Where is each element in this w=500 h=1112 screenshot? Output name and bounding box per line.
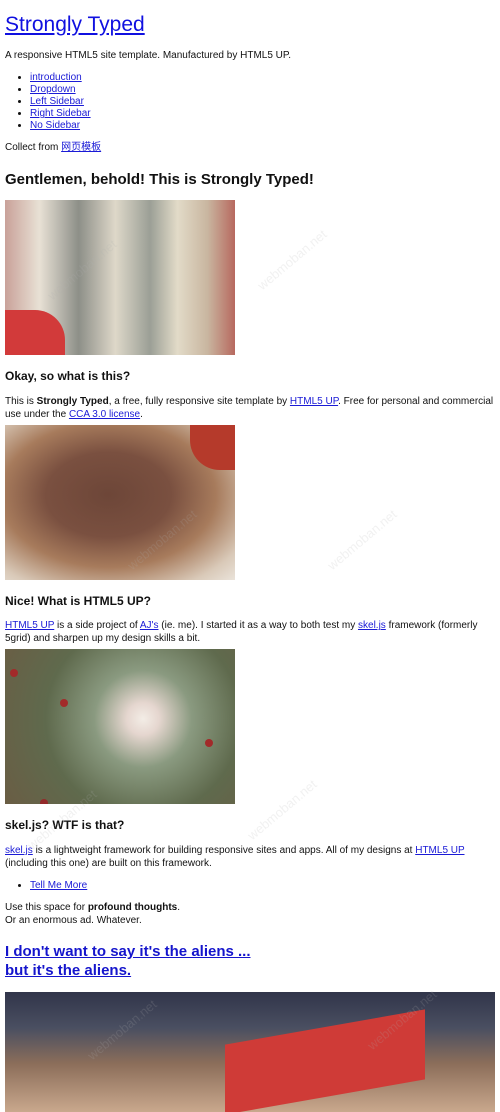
book-photo xyxy=(5,992,495,1112)
thoughts-strong: profound thoughts xyxy=(87,901,178,913)
section3-heading: skel.js? WTF is that? xyxy=(5,818,125,833)
section3-text: skel.js is a lightweight framework for b… xyxy=(5,844,495,870)
nav-item-dropdown: Dropdown xyxy=(30,84,495,96)
blossom-photo xyxy=(5,649,235,805)
section1-text-a: This is xyxy=(5,395,37,407)
section1-text: This is Strongly Typed, a free, fully re… xyxy=(5,395,495,421)
section2-text-a: is a side project of xyxy=(54,620,140,632)
more-list: Tell Me More xyxy=(5,879,495,892)
collect-link[interactable]: 网页模板 xyxy=(61,142,101,153)
nav-link-dropdown[interactable]: Dropdown xyxy=(30,84,76,95)
tell-me-more-link[interactable]: Tell Me More xyxy=(30,880,87,891)
license-link[interactable]: CCA 3.0 license xyxy=(69,409,140,420)
skeljs-link[interactable]: skel.js xyxy=(358,620,386,631)
thoughts-text: Use this space for profound thoughts. Or… xyxy=(5,901,495,927)
section1-strong: Strongly Typed xyxy=(36,395,109,407)
ajs-link[interactable]: AJ's xyxy=(140,620,159,631)
bread-photo xyxy=(5,424,235,580)
html5up-link[interactable]: HTML5 UP xyxy=(290,396,338,407)
aliens-line1: I don't want to say it's the aliens ... xyxy=(5,942,251,960)
thoughts-line2: Or an enormous ad. Whatever. xyxy=(5,914,142,926)
nav-link-left-sidebar[interactable]: Left Sidebar xyxy=(30,96,84,107)
nav-item-no-sidebar: No Sidebar xyxy=(30,120,495,132)
main-nav: introduction Dropdown Left Sidebar Right… xyxy=(5,72,495,132)
nav-link-introduction[interactable]: introduction xyxy=(30,72,82,83)
section2-text: HTML5 UP is a side project of AJ's (ie. … xyxy=(5,619,495,645)
nav-link-right-sidebar[interactable]: Right Sidebar xyxy=(30,108,91,119)
nav-item-introduction: introduction xyxy=(30,72,495,84)
site-title: Strongly Typed xyxy=(5,12,495,37)
aliens-line2: but it's the aliens. xyxy=(5,961,132,979)
thoughts-text-a: Use this space for xyxy=(5,901,88,913)
aliens-heading: I don't want to say it's the aliens ... … xyxy=(5,943,495,981)
nav-item-left-sidebar: Left Sidebar xyxy=(30,96,495,108)
nav-link-no-sidebar[interactable]: No Sidebar xyxy=(30,120,80,131)
section3-text-b: (including this one) are built on this f… xyxy=(5,857,212,869)
site-title-link[interactable]: Strongly Typed xyxy=(5,13,145,36)
html5up-link-2[interactable]: HTML5 UP xyxy=(5,620,54,631)
banner-heading: Gentlemen, behold! This is Strongly Type… xyxy=(5,171,314,189)
collect-prefix: Collect from xyxy=(5,142,62,154)
more-item: Tell Me More xyxy=(30,879,495,892)
tagline: A responsive HTML5 site template. Manufa… xyxy=(5,50,292,62)
section2-heading: Nice! What is HTML5 UP? xyxy=(5,593,152,608)
skeljs-link-2[interactable]: skel.js xyxy=(5,845,33,856)
thoughts-text-b: . xyxy=(177,901,181,913)
books-photo xyxy=(5,200,235,356)
section3-text-a: is a lightweight framework for building … xyxy=(32,844,416,856)
collect-line: Collect from 网页模板 xyxy=(5,141,495,154)
section1-text-d: . xyxy=(140,408,143,420)
section2-text-b: (ie. me). I started it as a way to both … xyxy=(158,620,359,632)
section1-text-b: , a free, fully responsive site template… xyxy=(108,395,290,407)
html5up-link-3[interactable]: HTML5 UP xyxy=(415,845,464,856)
nav-item-right-sidebar: Right Sidebar xyxy=(30,108,495,120)
aliens-heading-link[interactable]: I don't want to say it's the aliens ... … xyxy=(5,943,495,981)
section1-heading: Okay, so what is this? xyxy=(5,369,131,384)
